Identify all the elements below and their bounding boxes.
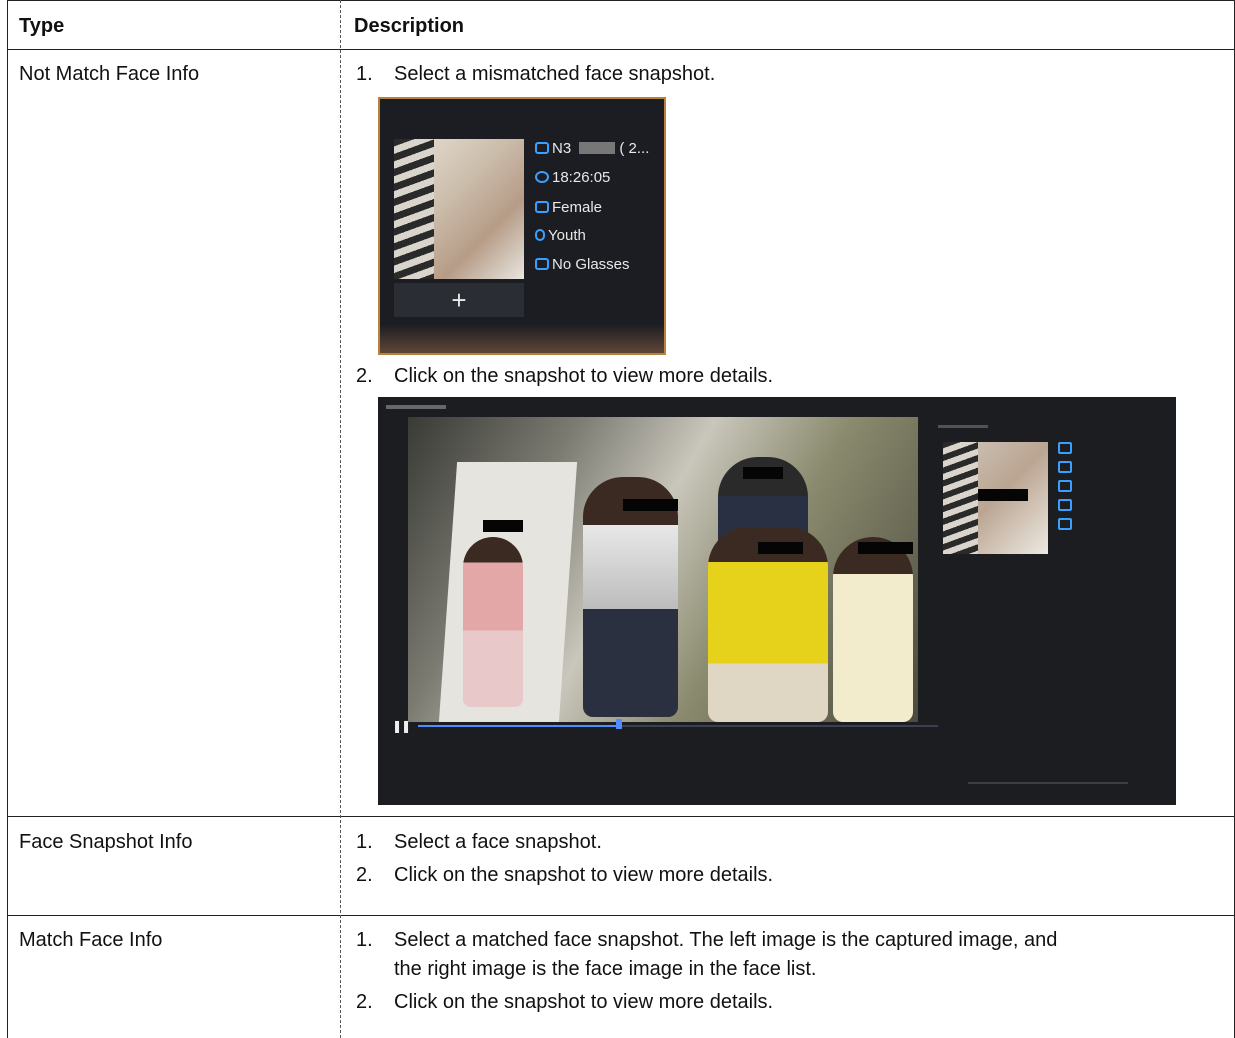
gender-icon [535,201,549,213]
step-number: 1. [356,63,373,85]
glasses-icon [1058,518,1072,530]
step-number: 1. [356,929,373,951]
scene-person [583,477,678,717]
face-redaction-bar [483,520,523,532]
step-text: the right image is the face image in the… [394,958,817,980]
glasses-icon [535,258,549,270]
details-header [938,425,988,428]
channel-suffix: ( 2... [619,140,650,157]
row-divider [7,915,1235,916]
scene-person [708,527,828,722]
step-text: Click on the snapshot to view more detai… [394,991,774,1013]
video-title [386,405,446,409]
detail-icons [1058,442,1072,537]
glasses-value: No Glasses [552,256,630,273]
gender-icon [1058,480,1072,492]
face-redaction-bar [858,542,913,554]
face-redaction-bar [743,467,783,479]
step-text: Click on the snapshot to view more detai… [394,365,774,387]
snapshot-time: 18:26:05 [552,169,611,186]
playback-progress[interactable] [418,725,938,727]
gender-info: Female [535,200,602,216]
row-type: Match Face Info [19,929,163,951]
redacted-block [579,142,616,154]
step-text: Select a face snapshot. [394,831,602,853]
camera-icon [1058,442,1072,454]
scene-person [833,537,913,722]
step-number: 1. [356,831,373,853]
person-icon [1058,499,1072,511]
table-border-left [7,0,8,1038]
channel-info: N3 ( 2... [535,141,649,157]
progress-handle[interactable] [616,719,622,729]
header-type: Type [19,15,65,37]
face-redaction-bar [623,499,678,511]
time-info: 18:26:05 [535,170,610,186]
step-number: 2. [356,991,373,1013]
gender-value: Female [552,199,603,216]
add-face-bar[interactable]: + [394,283,524,317]
clock-icon [535,171,549,183]
step-number: 2. [356,365,373,387]
step-text: Select a matched face snapshot. The left… [394,929,1058,951]
row-divider [7,816,1235,817]
face-redaction-bar [978,489,1028,501]
pause-icon[interactable]: ❚❚ [392,719,411,733]
header-divider [7,49,1235,50]
step-text: Select a mismatched face snapshot. [394,63,716,85]
progress-fill [418,725,618,727]
step-text: Click on the snapshot to view more detai… [394,864,774,886]
snapshot-detail-view: ❚❚ [378,397,1176,805]
face-redaction-bar [758,542,803,554]
age-info: Youth [535,228,586,244]
captured-face-background [943,442,978,554]
card-shadow [380,324,664,353]
row-type: Face Snapshot Info [19,831,193,853]
header-description: Description [354,15,465,37]
face-snapshot-card[interactable]: + N3 ( 2... 18:26:05 Female Youth No Gla… [378,97,666,355]
scene-person [463,537,523,707]
column-divider [340,0,341,1038]
playback-video[interactable] [408,417,918,722]
detail-footer [968,782,1128,784]
table-border-top [7,0,1235,1]
plus-icon[interactable]: + [394,287,524,313]
step-number: 2. [356,864,373,886]
channel-name: N3 [552,140,572,157]
face-image-background [394,139,434,279]
person-icon [535,229,545,241]
row-type: Not Match Face Info [19,63,200,85]
glasses-info: No Glasses [535,257,630,273]
age-value: Youth [548,227,586,244]
camera-icon [535,142,549,154]
clock-icon [1058,461,1072,473]
